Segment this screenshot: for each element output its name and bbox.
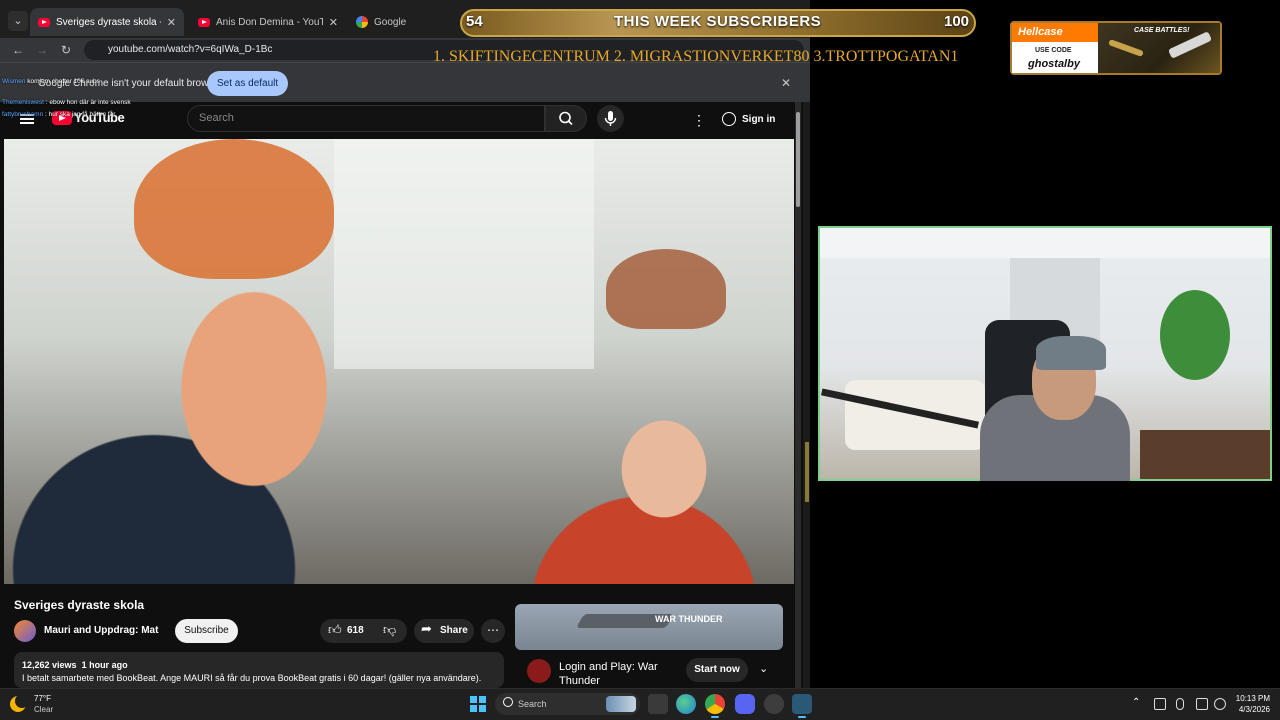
like-count[interactable]: 618 <box>347 625 364 636</box>
sign-in-label: Sign in <box>742 113 776 125</box>
webcam-plant <box>1160 290 1230 380</box>
microphone-icon[interactable] <box>1176 698 1184 710</box>
weather-temperature[interactable]: 77°F <box>34 694 51 703</box>
steam-icon[interactable] <box>764 694 784 714</box>
google-favicon-icon <box>356 16 368 28</box>
tab-title: Sveriges dyraste skola - YouTube <box>56 16 161 28</box>
sponsor-brand: Hellcase <box>1018 26 1063 38</box>
display-icon[interactable] <box>1196 698 1208 710</box>
ad-start-now-button[interactable]: Start now <box>686 658 748 682</box>
ad-title[interactable]: Login and Play: War Thunder <box>559 660 679 688</box>
start-button[interactable] <box>470 696 486 712</box>
weather-description[interactable]: Clear <box>34 705 53 714</box>
chat-text: : ebow hon där är inte svensk <box>45 99 131 106</box>
background-window-edge <box>803 102 810 688</box>
ad-logo: WAR THUNDER <box>655 614 723 624</box>
chat-username: Themeniswest <box>2 99 44 106</box>
description-text: I betalt samarbete med BookBeat. Ange MA… <box>22 673 482 683</box>
scrollbar-thumb[interactable] <box>796 112 800 207</box>
edge-icon[interactable] <box>676 694 696 714</box>
browser-window: ⌄ Sveriges dyraste skola - YouTube ✕ Ani… <box>0 0 810 688</box>
youtube-favicon-icon <box>198 17 210 27</box>
chat-message: fattybrushamn : hur ska jag få bättre få… <box>2 111 115 118</box>
channel-name[interactable]: Mauri and Uppdrag: Mat <box>44 625 158 636</box>
back-arrow-icon[interactable]: ← <box>10 42 26 58</box>
view-count: 12,262 views <box>22 660 77 670</box>
tab-sveriges-dyraste-skola[interactable]: Sveriges dyraste skola - YouTube ✕ <box>30 8 184 36</box>
webcam-desk <box>1140 430 1270 479</box>
tab-anis-don-demina[interactable]: Anis Don Demina - YouTube ✕ <box>190 8 346 36</box>
chat-username: Wismen <box>2 78 26 85</box>
clock-date[interactable]: 4/3/2026 <box>1226 705 1270 714</box>
moon-weather-icon[interactable] <box>10 694 29 712</box>
share-icon: ➦ <box>421 621 432 636</box>
subscriber-goal-title: THIS WEEK SUBSCRIBERS <box>614 13 822 30</box>
forward-arrow-icon[interactable]: → <box>34 42 50 58</box>
sponsor-use-code-label: USE CODE <box>1035 47 1072 54</box>
ad-advertiser-icon <box>527 659 551 683</box>
discord-icon[interactable] <box>735 694 755 714</box>
dislike-icon[interactable]: 👎︎ <box>383 622 396 638</box>
chevron-up-icon[interactable]: ⌃ <box>1132 697 1140 708</box>
sign-in-button[interactable]: Sign in <box>722 108 775 130</box>
subscriber-goal-target: 100 <box>944 13 970 30</box>
video-player[interactable] <box>4 139 794 584</box>
streaming-app-icon[interactable] <box>792 694 812 718</box>
top-subscribers-list: 1. SKIFTINGECENTRUM 2. MIGRASTIONVERKET8… <box>433 48 959 65</box>
task-view-icon[interactable] <box>648 694 668 714</box>
set-as-default-button[interactable]: Set as default <box>207 71 289 96</box>
subscribe-button[interactable]: Subscribe <box>175 619 238 643</box>
share-label: Share <box>440 625 468 636</box>
tab-title: Anis Don Demina - YouTube <box>216 16 323 28</box>
video-frame-person <box>606 249 726 329</box>
tab-search-button[interactable]: ⌄ <box>8 11 28 31</box>
search-icon <box>559 111 573 126</box>
subscriber-count: 54 <box>466 13 483 30</box>
like-icon[interactable]: 👍︎ <box>328 622 342 638</box>
webcam-streamer-cap <box>1036 336 1106 370</box>
tab-close-icon[interactable]: ✕ <box>329 16 338 29</box>
tab-title: Google <box>374 16 407 28</box>
windows-taskbar <box>0 688 1280 720</box>
chat-text: komjem chatter 10€ subs <box>27 78 100 85</box>
channel-avatar[interactable] <box>14 620 36 642</box>
voice-search-button[interactable] <box>597 105 624 132</box>
network-icon[interactable] <box>1154 698 1166 710</box>
webcam-ceiling <box>820 228 1270 258</box>
chrome-icon[interactable] <box>705 694 725 718</box>
tab-close-icon[interactable]: ✕ <box>167 16 176 29</box>
video-title: Sveriges dyraste skola <box>14 598 145 612</box>
infobar-close-icon[interactable]: ✕ <box>781 76 791 90</box>
account-icon <box>722 112 736 126</box>
chat-message: Themeniswest : ebow hon där är inte sven… <box>2 99 131 106</box>
default-browser-infobar: Google Chrome isn't your default browser… <box>0 62 810 102</box>
microphone-icon <box>604 111 617 126</box>
video-frame-window <box>334 139 594 369</box>
more-actions-button[interactable]: ⋯ <box>481 619 505 643</box>
settings-more-icon[interactable]: ⋮ <box>692 112 706 129</box>
clock-time[interactable]: 10:13 PM <box>1232 694 1270 703</box>
volume-icon[interactable] <box>1214 698 1226 710</box>
video-stats: 12,262 views 1 hour ago <box>22 660 128 670</box>
chat-username: fattybrushamn <box>2 111 44 118</box>
search-input[interactable]: Search <box>187 105 545 132</box>
sponsor-tagline: CASE BATTLES! <box>1134 27 1190 34</box>
chat-text: : hur ska jag få bättre får <box>45 111 116 118</box>
search-button[interactable] <box>545 105 587 132</box>
chevron-down-icon[interactable]: ⌄ <box>759 662 768 675</box>
youtube-favicon-icon <box>38 17 50 27</box>
upload-age: 1 hour ago <box>81 660 128 670</box>
tab-google[interactable]: Google <box>348 8 448 36</box>
search-highlight-image <box>606 696 636 712</box>
sponsor-code: ghostalby <box>1028 58 1080 70</box>
reload-icon[interactable]: ↻ <box>58 42 74 58</box>
chat-message: Wismen komjem chatter 10€ subs <box>2 78 100 85</box>
video-frame-person <box>134 139 334 279</box>
search-icon <box>503 697 513 707</box>
